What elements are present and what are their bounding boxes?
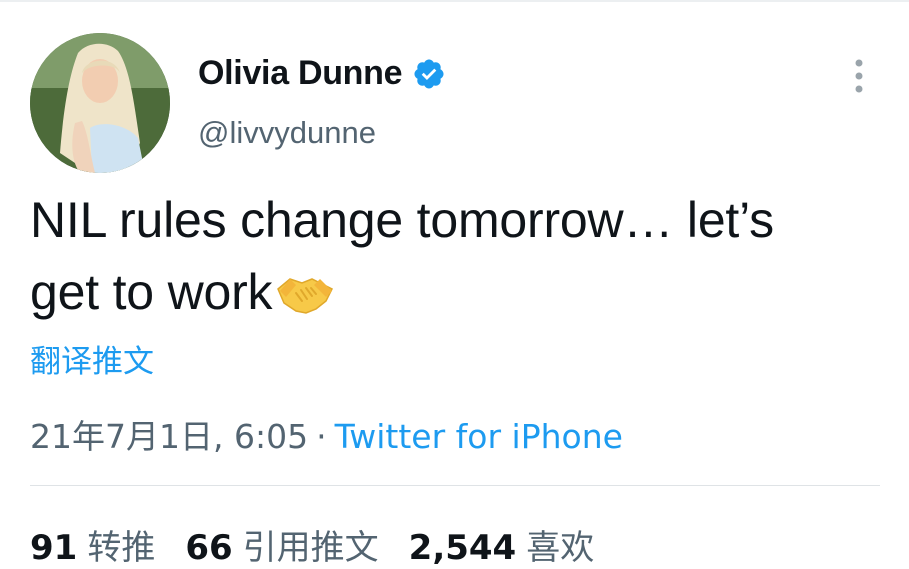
- retweets-count: 91: [30, 528, 78, 568]
- quote-tweets-stat[interactable]: 66 引用推文: [185, 520, 378, 569]
- avatar-photo: [30, 33, 170, 173]
- retweets-label: 转推: [87, 528, 156, 568]
- tweet-text: NIL rules change tomorrow… let’s get to …: [30, 184, 880, 328]
- retweets-stat[interactable]: 91 转推: [30, 520, 155, 569]
- source-link[interactable]: Twitter for iPhone: [335, 417, 623, 456]
- meta-separator: ·: [316, 417, 327, 456]
- timestamp[interactable]: 21年7月1日, 6:05: [30, 417, 308, 456]
- likes-stat[interactable]: 2,544 喜欢: [409, 520, 595, 569]
- tweet-text-line-2-text: get to work: [30, 264, 273, 320]
- handshake-emoji-icon: [276, 262, 334, 314]
- top-border: [0, 0, 909, 2]
- tweet-text-line-2: get to work: [30, 256, 880, 328]
- translate-tweet-link[interactable]: 翻译推文: [30, 336, 154, 381]
- likes-count: 2,544: [408, 528, 517, 568]
- user-handle[interactable]: @livvydunne: [198, 115, 376, 151]
- tweet-meta: 21年7月1日, 6:05 · Twitter for iPhone: [30, 410, 623, 458]
- likes-label: 喜欢: [526, 528, 595, 568]
- quote-tweets-count: 66: [185, 528, 233, 568]
- engagement-stats: 91 转推 66 引用推文 2,544 喜欢: [30, 520, 624, 569]
- display-name[interactable]: Olivia Dunne: [198, 54, 446, 93]
- display-name-text: Olivia Dunne: [198, 54, 403, 92]
- avatar[interactable]: [30, 33, 170, 173]
- verified-badge-icon: [412, 57, 446, 91]
- divider: [30, 485, 880, 486]
- tweet-text-line-1: NIL rules change tomorrow… let’s: [30, 192, 774, 248]
- quote-tweets-label: 引用推文: [242, 528, 379, 568]
- more-vertical-icon[interactable]: [852, 58, 866, 94]
